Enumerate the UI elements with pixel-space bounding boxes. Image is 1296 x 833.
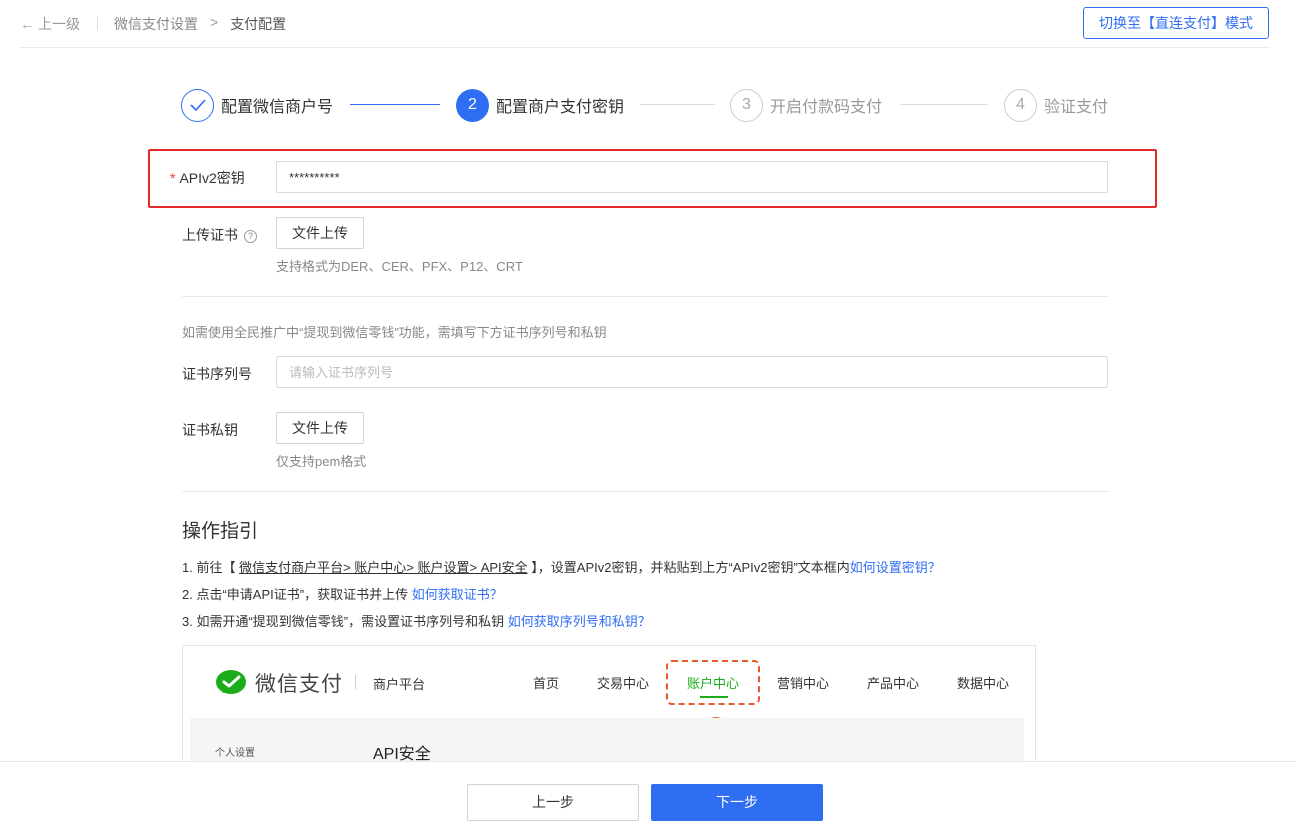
top-bar: ← 上一级 微信支付设置 > 支付配置 切换至【直连支付】模式 [20, 0, 1270, 48]
breadcrumb-item-wechat-settings[interactable]: 微信支付设置 [114, 14, 198, 34]
question-icon[interactable]: ? [244, 230, 257, 243]
wechat-pay-logo: 微信支付 [215, 668, 343, 698]
step-1: 配置微信商户号 [181, 88, 333, 122]
preview-nav-product: 产品中心 [867, 676, 920, 691]
next-step-button[interactable]: 下一步 [651, 784, 823, 821]
how-to-get-cert-link[interactable]: 如何获取证书？ [412, 587, 503, 602]
cert-private-key-label: 证书私钥 [182, 422, 238, 438]
step-connector [350, 104, 440, 105]
step-label: 验证支付 [1044, 99, 1109, 116]
check-icon [181, 88, 214, 122]
section-divider [182, 491, 1108, 492]
breadcrumb-item-current: 支付配置 [230, 16, 287, 32]
upload-cert-label: 上传证书? [182, 225, 257, 245]
preview-nav-home: 首页 [533, 676, 560, 691]
step-4: 4 验证支付 [1004, 88, 1108, 122]
preview-side-item: 个人设置 [215, 748, 255, 759]
breadcrumb: 微信支付设置 > 支付配置 [114, 14, 286, 34]
breadcrumb-separator: > [210, 14, 219, 30]
step-label: 开启付款码支付 [770, 99, 883, 116]
step-number: 2 [456, 88, 489, 122]
merchant-platform-path[interactable]: 微信支付商户平台> 账户中心> 账户设置> API安全 [239, 560, 528, 575]
arrow-left-icon: ← [20, 15, 35, 33]
step-3: 3 开启付款码支付 [730, 88, 882, 122]
preview-nav-data: 数据中心 [957, 676, 1010, 691]
step-connector [900, 104, 988, 105]
step-label: 配置微信商户号 [221, 99, 334, 116]
guide-step-3: 3. 如需开通“提现到微信零钱”，需设置证书序列号和私钥 如何获取序列号和私钥？ [182, 614, 651, 629]
optional-note: 如需使用全民推广中“提现到微信零钱”功能，需填写下方证书序列号和私钥 [182, 325, 607, 340]
step-label: 配置商户支付密钥 [496, 99, 625, 116]
upload-private-key-button[interactable]: 文件上传 [276, 412, 364, 444]
footer-bar: 上一步 下一步 [0, 761, 1296, 833]
step-connector [640, 104, 715, 105]
required-star: * [170, 170, 176, 186]
guide-screenshot-preview: 微信支付 商户平台 首页 交易中心 账户中心 营销中心 产品中心 数据中心 1 … [182, 645, 1036, 765]
step-number: 4 [1004, 88, 1037, 122]
progress-steps: 配置微信商户号 2 配置商户支付密钥 3 开启付款码支付 4 验证支付 [181, 88, 1111, 122]
annotation-dashed-box [666, 660, 760, 705]
guide-step-1: 1. 前往【 微信支付商户平台> 账户中心> 账户设置> API安全 】，设置A… [182, 560, 941, 575]
cert-format-hint: 支持格式为DER、CER、PFX、P12、CRT [276, 259, 523, 274]
back-label: 上一级 [38, 16, 80, 32]
platform-label: 商户平台 [373, 677, 426, 692]
back-link[interactable]: ← 上一级 [20, 14, 80, 34]
switch-mode-button[interactable]: 切换至【直连支付】模式 [1083, 7, 1269, 39]
apiv2-key-label: * APIv2密钥 [170, 170, 245, 186]
guide-step-2: 2. 点击“申请API证书”，获取证书并上传 如何获取证书？ [182, 587, 503, 602]
preview-content-area [190, 718, 1024, 764]
brand-name: 微信支付 [255, 673, 343, 696]
upload-cert-button[interactable]: 文件上传 [276, 217, 364, 249]
apiv2-key-input[interactable] [276, 161, 1108, 193]
how-to-set-key-link[interactable]: 如何设置密钥？ [850, 560, 941, 575]
preview-nav-marketing: 营销中心 [777, 676, 830, 691]
divider [355, 675, 356, 689]
section-divider [182, 296, 1108, 297]
private-key-format-hint: 仅支持pem格式 [276, 454, 367, 469]
divider [97, 16, 98, 30]
wechat-pay-icon [216, 670, 246, 694]
step-number: 3 [730, 88, 763, 122]
guide-title: 操作指引 [182, 521, 259, 542]
preview-nav-trade: 交易中心 [597, 676, 650, 691]
cert-serial-input[interactable] [276, 356, 1108, 388]
prev-step-button[interactable]: 上一步 [467, 784, 639, 821]
how-to-get-serial-link[interactable]: 如何获取序列号和私钥？ [508, 614, 651, 629]
cert-serial-label: 证书序列号 [182, 366, 252, 382]
step-2: 2 配置商户支付密钥 [456, 88, 624, 122]
